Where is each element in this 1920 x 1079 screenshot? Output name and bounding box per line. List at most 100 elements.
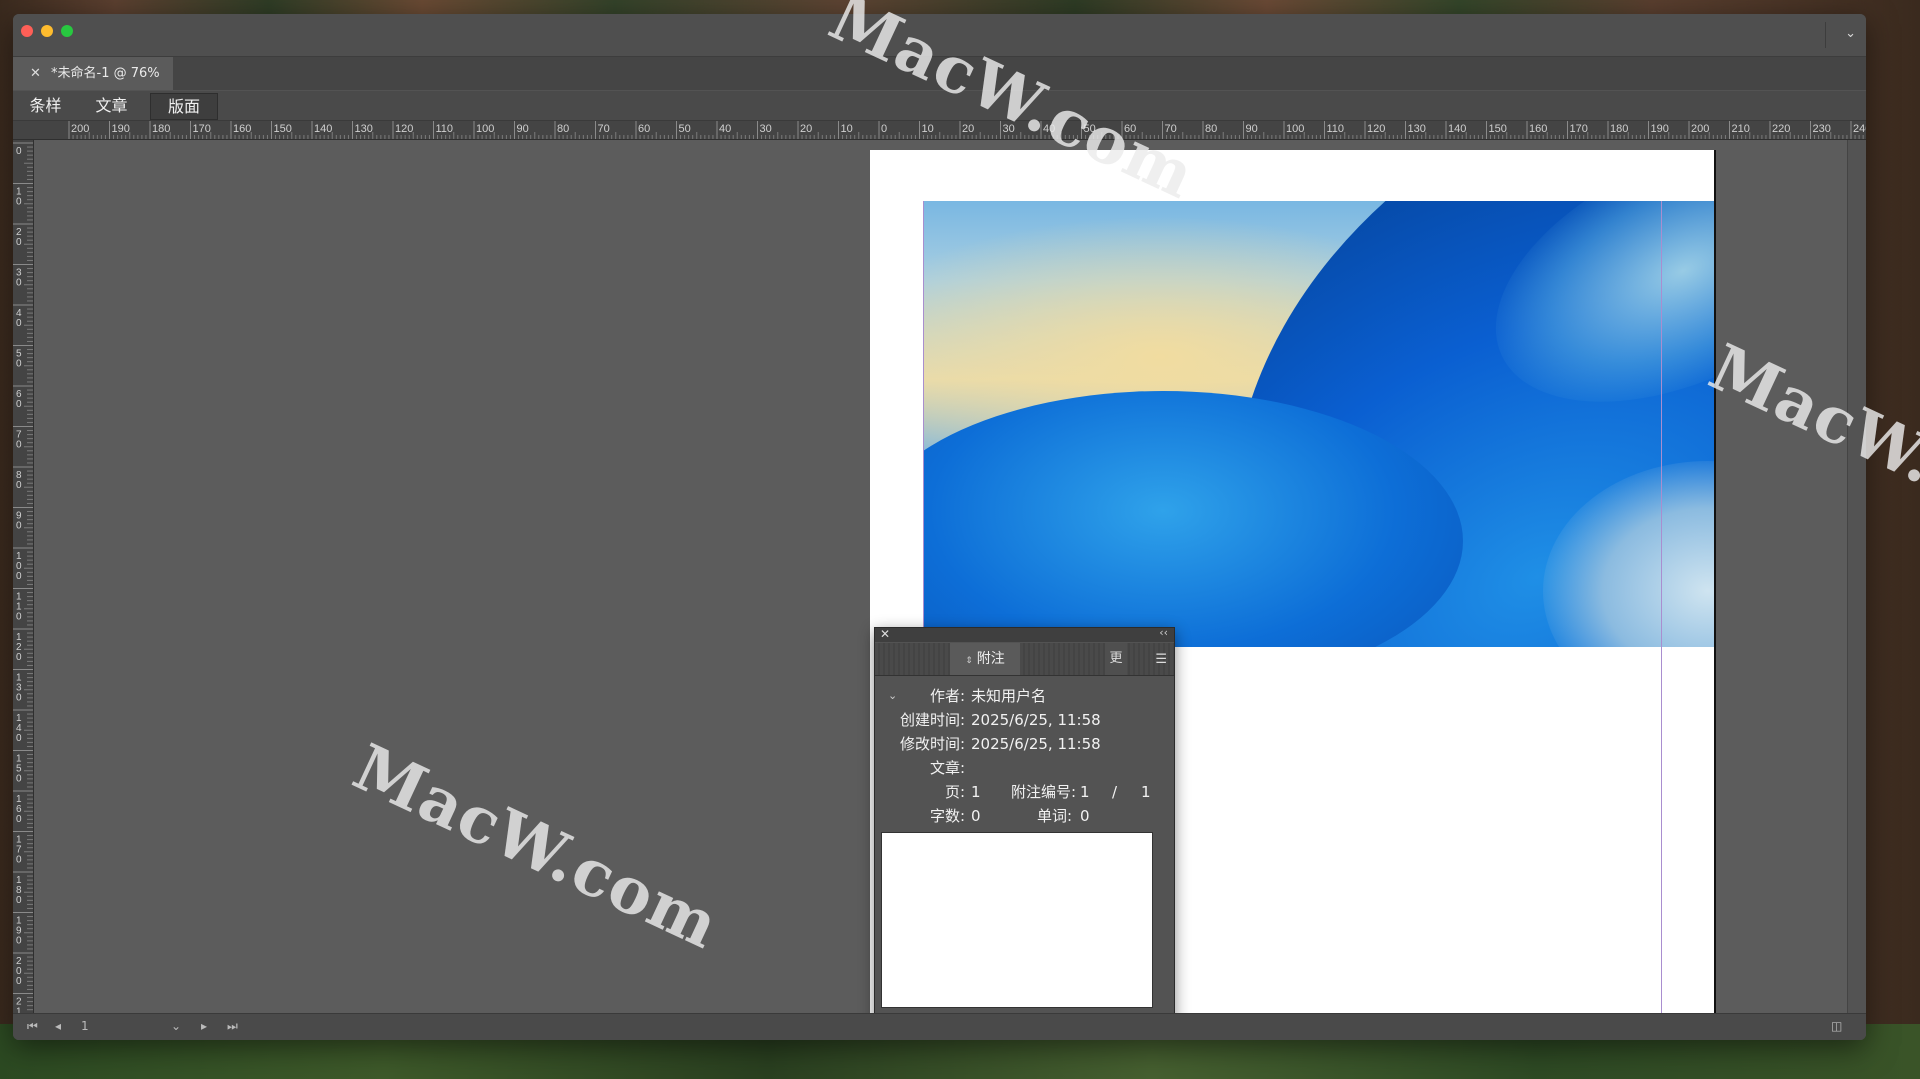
ruler-tick-label: 90 bbox=[1246, 123, 1258, 135]
ruler-tick-label: 10 bbox=[841, 123, 853, 135]
tab-sort-icon: ⇕ bbox=[965, 656, 973, 666]
ruler-tick-label: 190 bbox=[112, 123, 130, 135]
close-icon[interactable]: ✕ bbox=[30, 57, 41, 90]
ruler-tick-label: 130 bbox=[1408, 123, 1426, 135]
ruler-tick-label: 140 bbox=[314, 123, 332, 135]
first-page-icon[interactable]: ⏮ bbox=[27, 1019, 38, 1034]
ruler-tick-label: 170 bbox=[193, 123, 211, 135]
ruler-tick-label: 0 bbox=[16, 733, 22, 744]
page-label: 页: bbox=[944, 783, 965, 801]
placed-image[interactable] bbox=[923, 201, 1714, 647]
ruler-tick-label: 40 bbox=[719, 123, 731, 135]
pasteboard[interactable]: ✕ ‹‹ ⇕ 附注 更 ☰ ⌄ 作者: 未知用户名 创建时间: 2025/6/25… bbox=[34, 140, 1848, 1013]
ruler-tick-label: 0 bbox=[16, 976, 22, 987]
ruler-tick-label: 70 bbox=[598, 123, 610, 135]
ruler-tick-label: 0 bbox=[16, 652, 22, 663]
ruler-tick-label: 200 bbox=[71, 123, 89, 135]
ruler-tick-label: 160 bbox=[1529, 123, 1547, 135]
next-page-icon[interactable]: ▸ bbox=[201, 1019, 207, 1033]
author-row: ⌄ 作者: 未知用户名 bbox=[875, 685, 1174, 707]
ruler-tick-label: 0 bbox=[16, 895, 22, 906]
ruler-tick-label: 170 bbox=[1570, 123, 1588, 135]
ruler-tick-label: 160 bbox=[233, 123, 251, 135]
split-view-icon[interactable]: ◫ bbox=[1831, 1019, 1842, 1033]
word-count-label: 单词: bbox=[1037, 807, 1073, 825]
page-value: 1 bbox=[971, 783, 981, 801]
margin-guide-right bbox=[1661, 201, 1662, 1013]
notes-panel: ✕ ‹‹ ⇕ 附注 更 ☰ ⌄ 作者: 未知用户名 创建时间: 2025/6/25… bbox=[874, 626, 1175, 1013]
window-zoom-button[interactable] bbox=[61, 25, 73, 37]
ruler-tick-label: 10 bbox=[922, 123, 934, 135]
status-bar: ⏮ ◂ 1 ⌄ ▸ ⏭ ◫ bbox=[13, 1013, 1866, 1040]
ruler-tick-label: 80 bbox=[1205, 123, 1217, 135]
ruler-tick-label: 150 bbox=[274, 123, 292, 135]
last-page-icon[interactable]: ⏭ bbox=[227, 1019, 238, 1034]
mode-galley-button[interactable]: 条样 bbox=[17, 93, 74, 118]
ruler-tick-label: 0 bbox=[16, 571, 22, 582]
ruler-tick-label: 100 bbox=[1286, 123, 1304, 135]
word-count-value: 0 bbox=[1080, 807, 1090, 825]
page-number-field[interactable]: 1 bbox=[81, 1019, 89, 1033]
watermark-text: MacW.com bbox=[342, 730, 731, 964]
document-tab[interactable]: ✕ *未命名-1 @ 76% bbox=[13, 57, 173, 90]
mode-story-button[interactable]: 文章 bbox=[83, 93, 140, 118]
modified-row: 修改时间: 2025/6/25, 11:58 bbox=[875, 733, 1174, 755]
ruler-tick-label: 110 bbox=[436, 123, 454, 135]
ruler-tick-label: 200 bbox=[1691, 123, 1709, 135]
vertical-scrollbar[interactable] bbox=[1847, 140, 1866, 1013]
ruler-tick-label: 0 bbox=[16, 399, 22, 410]
ruler-tick-label: 30 bbox=[760, 123, 772, 135]
created-row: 创建时间: 2025/6/25, 11:58 bbox=[875, 709, 1174, 731]
note-number-separator: / bbox=[1112, 783, 1118, 801]
ruler-tick-label: 60 bbox=[638, 123, 650, 135]
ruler-tick-label: 240 bbox=[1853, 123, 1866, 135]
ruler-tick-label: 0 bbox=[16, 278, 22, 289]
note-text-area[interactable] bbox=[881, 832, 1153, 1008]
vertical-ruler[interactable]: 0102030405060708090100110120130140150160… bbox=[13, 140, 34, 1013]
collapse-panel-icon[interactable]: ‹‹ bbox=[1159, 626, 1168, 639]
ruler-tick-label: 0 bbox=[16, 480, 22, 491]
chevron-down-icon[interactable]: ⌄ bbox=[1845, 26, 1856, 41]
ruler-tick-label: 110 bbox=[1327, 123, 1345, 135]
ruler-tick-label: 210 bbox=[1732, 123, 1750, 135]
title-separator bbox=[1825, 22, 1826, 48]
ruler-tick-label: 0 bbox=[16, 146, 22, 157]
window-minimize-button[interactable] bbox=[41, 25, 53, 37]
chevron-down-icon[interactable]: ⌄ bbox=[171, 1019, 181, 1033]
created-label: 创建时间: bbox=[899, 711, 965, 729]
vertical-ruler-ticks: 0102030405060708090100110120130140150160… bbox=[13, 142, 33, 1013]
previous-page-icon[interactable]: ◂ bbox=[55, 1019, 61, 1033]
page-row: 页: 1 附注编号: 1 / 1 bbox=[875, 781, 1174, 803]
ruler-tick-label: 0 bbox=[16, 440, 22, 451]
ruler-tick-label: 0 bbox=[16, 936, 22, 947]
tab-notes[interactable]: ⇕ 附注 bbox=[950, 643, 1020, 675]
story-row: 文章: bbox=[875, 757, 1174, 779]
horizontal-ruler[interactable]: 200 190 180 170 160 150 140 130 120 110 100 90 80 70 6… bbox=[33, 121, 1866, 140]
ruler-tick-label: 130 bbox=[355, 123, 373, 135]
char-count-value: 0 bbox=[971, 807, 981, 825]
note-number-label: 附注编号: bbox=[1011, 783, 1077, 801]
window-close-button[interactable] bbox=[21, 25, 33, 37]
ruler-tick-label: 0 bbox=[16, 197, 22, 208]
notes-tab-row: ⇕ 附注 更 ☰ bbox=[875, 643, 1174, 676]
mode-layout-button[interactable]: 版面 bbox=[150, 93, 218, 120]
ruler-tick-label: 230 bbox=[1813, 123, 1831, 135]
modified-value: 2025/6/25, 11:58 bbox=[971, 735, 1101, 753]
notes-panel-header[interactable]: ✕ ‹‹ bbox=[875, 626, 1174, 642]
ruler-tick-label: 190 bbox=[1651, 123, 1669, 135]
ruler-tick-label: 50 bbox=[679, 123, 691, 135]
panel-menu-icon[interactable]: ☰ bbox=[1155, 652, 1167, 667]
ruler-tick-label: 0 bbox=[16, 774, 22, 785]
close-icon[interactable]: ✕ bbox=[880, 627, 890, 641]
count-row: 字数: 0 单词: 0 bbox=[875, 805, 1174, 827]
ruler-tick-label: 140 bbox=[1448, 123, 1466, 135]
ruler-tick-label: 100 bbox=[476, 123, 494, 135]
ruler-tick-label: 0 bbox=[16, 612, 22, 623]
ruler-tick-label: 0 bbox=[16, 237, 22, 248]
ruler-tick-label: 20 bbox=[800, 123, 812, 135]
more-panels-button[interactable]: 更 bbox=[1105, 643, 1127, 675]
ruler-tick-label: 220 bbox=[1772, 123, 1790, 135]
char-count-label: 字数: bbox=[929, 807, 965, 825]
ruler-origin[interactable] bbox=[13, 121, 34, 140]
document-tab-title: *未命名-1 @ 76% bbox=[51, 66, 160, 81]
